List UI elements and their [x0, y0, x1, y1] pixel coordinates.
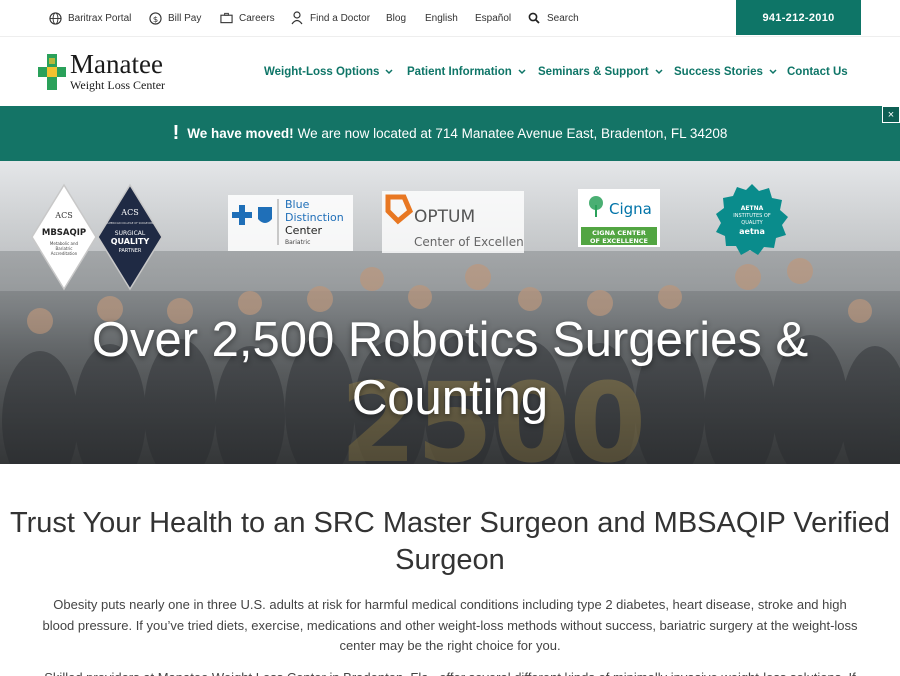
bcbs-line2: Distinction: [285, 211, 344, 224]
hero-banner: 2500 ACS MBSAQIP Metabolic and Bariatric…: [0, 161, 900, 464]
nav-contact-us[interactable]: Contact Us: [787, 37, 848, 107]
second-paragraph: Skilled providers at Manatee Weight Loss…: [40, 668, 860, 676]
aetna-line2: INSTITUTES OF: [733, 213, 771, 219]
blog-label: Blog: [386, 12, 407, 24]
nav-seminars-support[interactable]: Seminars & Support: [538, 37, 663, 107]
aetna-name: aetna: [739, 227, 765, 236]
nav-label: Seminars & Support: [538, 66, 649, 78]
acs-quality-line1: SURGICAL: [115, 230, 146, 237]
logo-subtitle: Weight Loss Center: [70, 78, 166, 92]
phone-button[interactable]: 941-212-2010: [736, 0, 861, 35]
careers-label: Careers: [239, 12, 275, 24]
chevron-down-icon: [769, 66, 777, 78]
nav-label: Patient Information: [407, 66, 512, 78]
moved-notice-banner: ! We have moved! We are now located at 7…: [0, 106, 900, 161]
acs-mbsaqip-sub3: Accreditation: [51, 251, 78, 256]
acs-quality-small: AMERICAN COLLEGE OF SURGEONS: [107, 221, 154, 225]
bcbs-line4: Bariatric: [285, 239, 310, 246]
acs-mbsaqip-main: MBSAQIP: [42, 228, 86, 238]
logo-mark-icon: [38, 54, 66, 90]
intro-paragraph: Obesity puts nearly one in three U.S. ad…: [42, 597, 858, 653]
optum-coe-badge: OPTUM Center of Excellence: [382, 191, 524, 253]
search-link[interactable]: Search: [527, 0, 579, 36]
hero-title: Over 2,500 Robotics Surgeries & Counting: [91, 313, 809, 425]
chevron-down-icon: [518, 66, 526, 78]
svg-text:$: $: [152, 13, 157, 23]
nav-success-stories[interactable]: Success Stories: [674, 37, 777, 107]
doctor-icon: [290, 11, 304, 25]
alert-icon: !: [172, 122, 180, 144]
espanol-link[interactable]: Español: [475, 0, 511, 36]
acs-mbsaqip-top: ACS: [54, 211, 72, 220]
nav-weight-loss-options[interactable]: Weight-Loss Options: [264, 37, 393, 107]
bcbs-blue-distinction-badge: Blue Distinction Center Bariatric: [228, 195, 353, 251]
acs-quality-line2: QUALITY: [111, 237, 150, 246]
nav-label: Weight-Loss Options: [264, 66, 380, 78]
acs-quality-partner-badge: ACS AMERICAN COLLEGE OF SURGEONS SURGICA…: [97, 183, 163, 291]
briefcase-icon: [219, 11, 233, 25]
espanol-label: Español: [475, 12, 512, 24]
bcbs-line1: Blue: [285, 198, 310, 211]
aetna-ioq-badge: AETNA INSTITUTES OF QUALITY aetna: [716, 184, 788, 255]
bill-pay-label: Bill Pay: [168, 12, 202, 24]
nav-label: Contact Us: [787, 66, 848, 78]
search-icon: [527, 11, 541, 25]
search-label: Search: [547, 12, 579, 24]
section-title: Trust Your Health to an SRC Master Surge…: [9, 507, 891, 576]
optum-sub: Center of Excellence: [414, 235, 524, 249]
english-link[interactable]: English: [425, 0, 458, 36]
notice-strong: We have moved!: [187, 126, 294, 141]
notice-text: We are now located at 714 Manatee Avenue…: [297, 126, 728, 141]
find-a-doctor-link[interactable]: Find a Doctor: [290, 0, 370, 36]
nav-label: Success Stories: [674, 66, 763, 78]
utility-bar: Baritrax Portal $ Bill Pay Careers Find …: [0, 0, 900, 36]
notice-close-button[interactable]: ×: [882, 106, 900, 123]
blog-link[interactable]: Blog: [386, 0, 406, 36]
baritrax-portal-label: Baritrax Portal: [68, 12, 132, 24]
cigna-line1: CIGNA CENTER: [592, 229, 646, 237]
nav-patient-information[interactable]: Patient Information: [407, 37, 526, 107]
globe-icon: [48, 11, 62, 25]
cigna-line2: OF EXCELLENCE: [590, 237, 648, 245]
chevron-down-icon: [385, 66, 393, 78]
baritrax-portal-link[interactable]: Baritrax Portal: [48, 0, 131, 36]
aetna-line3: QUALITY: [741, 220, 763, 226]
bill-pay-link[interactable]: $ Bill Pay: [148, 0, 201, 36]
acs-quality-top: ACS: [120, 208, 138, 217]
logo-title: Manatee: [70, 49, 163, 79]
site-logo[interactable]: Manatee Weight Loss Center: [38, 49, 188, 95]
bcbs-line3: Center: [285, 224, 323, 237]
chevron-down-icon: [655, 66, 663, 78]
cigna-name: Cigna: [609, 200, 652, 218]
acs-quality-line3: PARTNER: [119, 248, 142, 254]
cigna-coe-badge: Cigna CIGNA CENTER OF EXCELLENCE: [578, 189, 660, 247]
optum-name: OPTUM: [414, 207, 475, 227]
find-a-doctor-label: Find a Doctor: [310, 12, 371, 24]
careers-link[interactable]: Careers: [219, 0, 275, 36]
english-label: English: [425, 12, 458, 24]
main-header: Manatee Weight Loss Center Weight-Loss O…: [0, 36, 900, 106]
aetna-line1: AETNA: [741, 205, 764, 212]
dollar-icon: $: [148, 11, 162, 25]
acs-mbsaqip-badge: ACS MBSAQIP Metabolic and Bariatric Accr…: [31, 183, 97, 291]
